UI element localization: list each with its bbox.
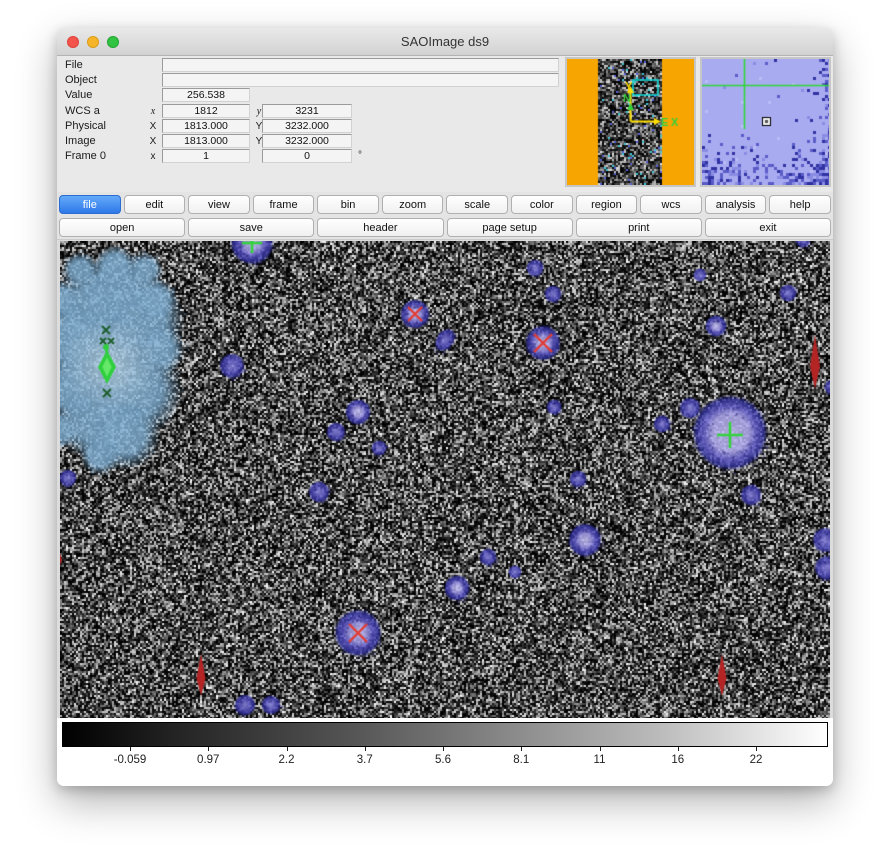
colorbar-tick-label: 2.2 (279, 754, 295, 766)
titlebar[interactable]: SAOImage ds9 (57, 28, 833, 56)
frame-x-label: x (147, 151, 159, 162)
colorbar-tick-label: 5.6 (435, 754, 451, 766)
colorbar-tick-label: -0.059 (114, 754, 147, 766)
colorbar-tick (365, 747, 366, 751)
info-row-image: Image X 1813.000 Y 3232.000 (57, 134, 565, 149)
magnifier[interactable] (700, 57, 831, 187)
colorbar-tick (678, 747, 679, 751)
menu-scale-button[interactable]: scale (446, 195, 508, 214)
frame-label: Frame 0 (65, 150, 106, 162)
frame-number-field[interactable]: 1 (162, 149, 250, 163)
menu-region-button[interactable]: region (576, 195, 638, 214)
image-label: Image (65, 135, 96, 147)
info-row-value: Value 256.538 (57, 88, 565, 103)
menu-bar: fileeditviewframebinzoomscalecolorregion… (57, 192, 833, 216)
colorbar-tick-label: 0.97 (197, 754, 219, 766)
physical-x-label: X (147, 121, 159, 132)
menu-exit-button[interactable]: exit (705, 218, 831, 237)
colorbar-tick-label: 3.7 (357, 754, 373, 766)
object-label: Object (65, 74, 97, 86)
colorbar-tick (521, 747, 522, 751)
menu-print-button[interactable]: print (576, 218, 702, 237)
info-row-wcs: WCS a x 1812 y 3231 (57, 104, 565, 119)
menu-edit-button[interactable]: edit (124, 195, 186, 214)
info-panel: File Object Value 256.538 WCS a x 1812 y… (57, 58, 565, 164)
info-row-frame: Frame 0 x 1 0 ° (57, 149, 565, 164)
value-field[interactable]: 256.538 (162, 88, 250, 102)
angle-degree-symbol: ° (358, 150, 362, 161)
physical-x-field[interactable]: 1813.000 (162, 119, 250, 133)
colorbar-tick (756, 747, 757, 751)
colorbar-tick (208, 747, 209, 751)
colorbar-tick (443, 747, 444, 751)
menu-view-button[interactable]: view (188, 195, 250, 214)
menu-frame-button[interactable]: frame (253, 195, 315, 214)
menu-color-button[interactable]: color (511, 195, 573, 214)
value-label: Value (65, 89, 92, 101)
colorbar-tick-label: 22 (750, 754, 763, 766)
wcs-x-label: x (147, 106, 159, 117)
window-title: SAOImage ds9 (57, 28, 833, 55)
image-x-field[interactable]: 1813.000 (162, 134, 250, 148)
magnifier-canvas[interactable] (702, 59, 829, 185)
physical-y-field[interactable]: 3232.000 (262, 119, 352, 133)
traffic-lights (67, 36, 119, 48)
info-row-file: File (57, 58, 565, 73)
main-image-canvas[interactable] (60, 241, 830, 718)
menu-zoom-button[interactable]: zoom (382, 195, 444, 214)
ds9-window: SAOImage ds9 File Object Value 256.538 W… (57, 28, 833, 786)
colorbar-tick-label: 11 (594, 754, 606, 766)
menu-open-button[interactable]: open (59, 218, 185, 237)
menu-wcs-button[interactable]: wcs (640, 195, 702, 214)
fullscreen-button[interactable] (107, 36, 119, 48)
wcs-x-field[interactable]: 1812 (162, 104, 250, 118)
wcs-y-field[interactable]: 3231 (262, 104, 352, 118)
colorbar: -0.059 0.97 2.2 3.7 5.6 8.1 11 16 22 (57, 718, 833, 786)
info-row-object: Object (57, 73, 565, 88)
colorbar-tick (287, 747, 288, 751)
wcs-label: WCS a (65, 105, 100, 117)
panner-canvas[interactable] (567, 59, 694, 185)
image-x-label: X (147, 136, 159, 147)
file-label: File (65, 59, 83, 71)
colorbar-tick (130, 747, 131, 751)
menu-help-button[interactable]: help (769, 195, 831, 214)
image-display (57, 240, 833, 718)
colorbar-gradient[interactable] (62, 722, 828, 747)
physical-label: Physical (65, 120, 106, 132)
minimize-button[interactable] (87, 36, 99, 48)
colorbar-tick (600, 747, 601, 751)
menu-analysis-button[interactable]: analysis (705, 195, 767, 214)
frame-angle-field[interactable]: 0 (262, 149, 352, 163)
info-row-physical: Physical X 1813.000 Y 3232.000 (57, 119, 565, 134)
menu-file-button[interactable]: file (59, 195, 121, 214)
colorbar-tick-label: 16 (671, 754, 684, 766)
menu-header-button[interactable]: header (317, 218, 443, 237)
image-y-field[interactable]: 3232.000 (262, 134, 352, 148)
panner[interactable] (565, 57, 696, 187)
colorbar-tick-label: 8.1 (513, 754, 529, 766)
close-button[interactable] (67, 36, 79, 48)
menu-page-setup-button[interactable]: page setup (447, 218, 573, 237)
menu-bin-button[interactable]: bin (317, 195, 379, 214)
menu-save-button[interactable]: save (188, 218, 314, 237)
file-submenu-bar: opensaveheaderpage setupprintexit (57, 216, 833, 240)
object-field[interactable] (162, 73, 559, 87)
file-field[interactable] (162, 58, 559, 72)
